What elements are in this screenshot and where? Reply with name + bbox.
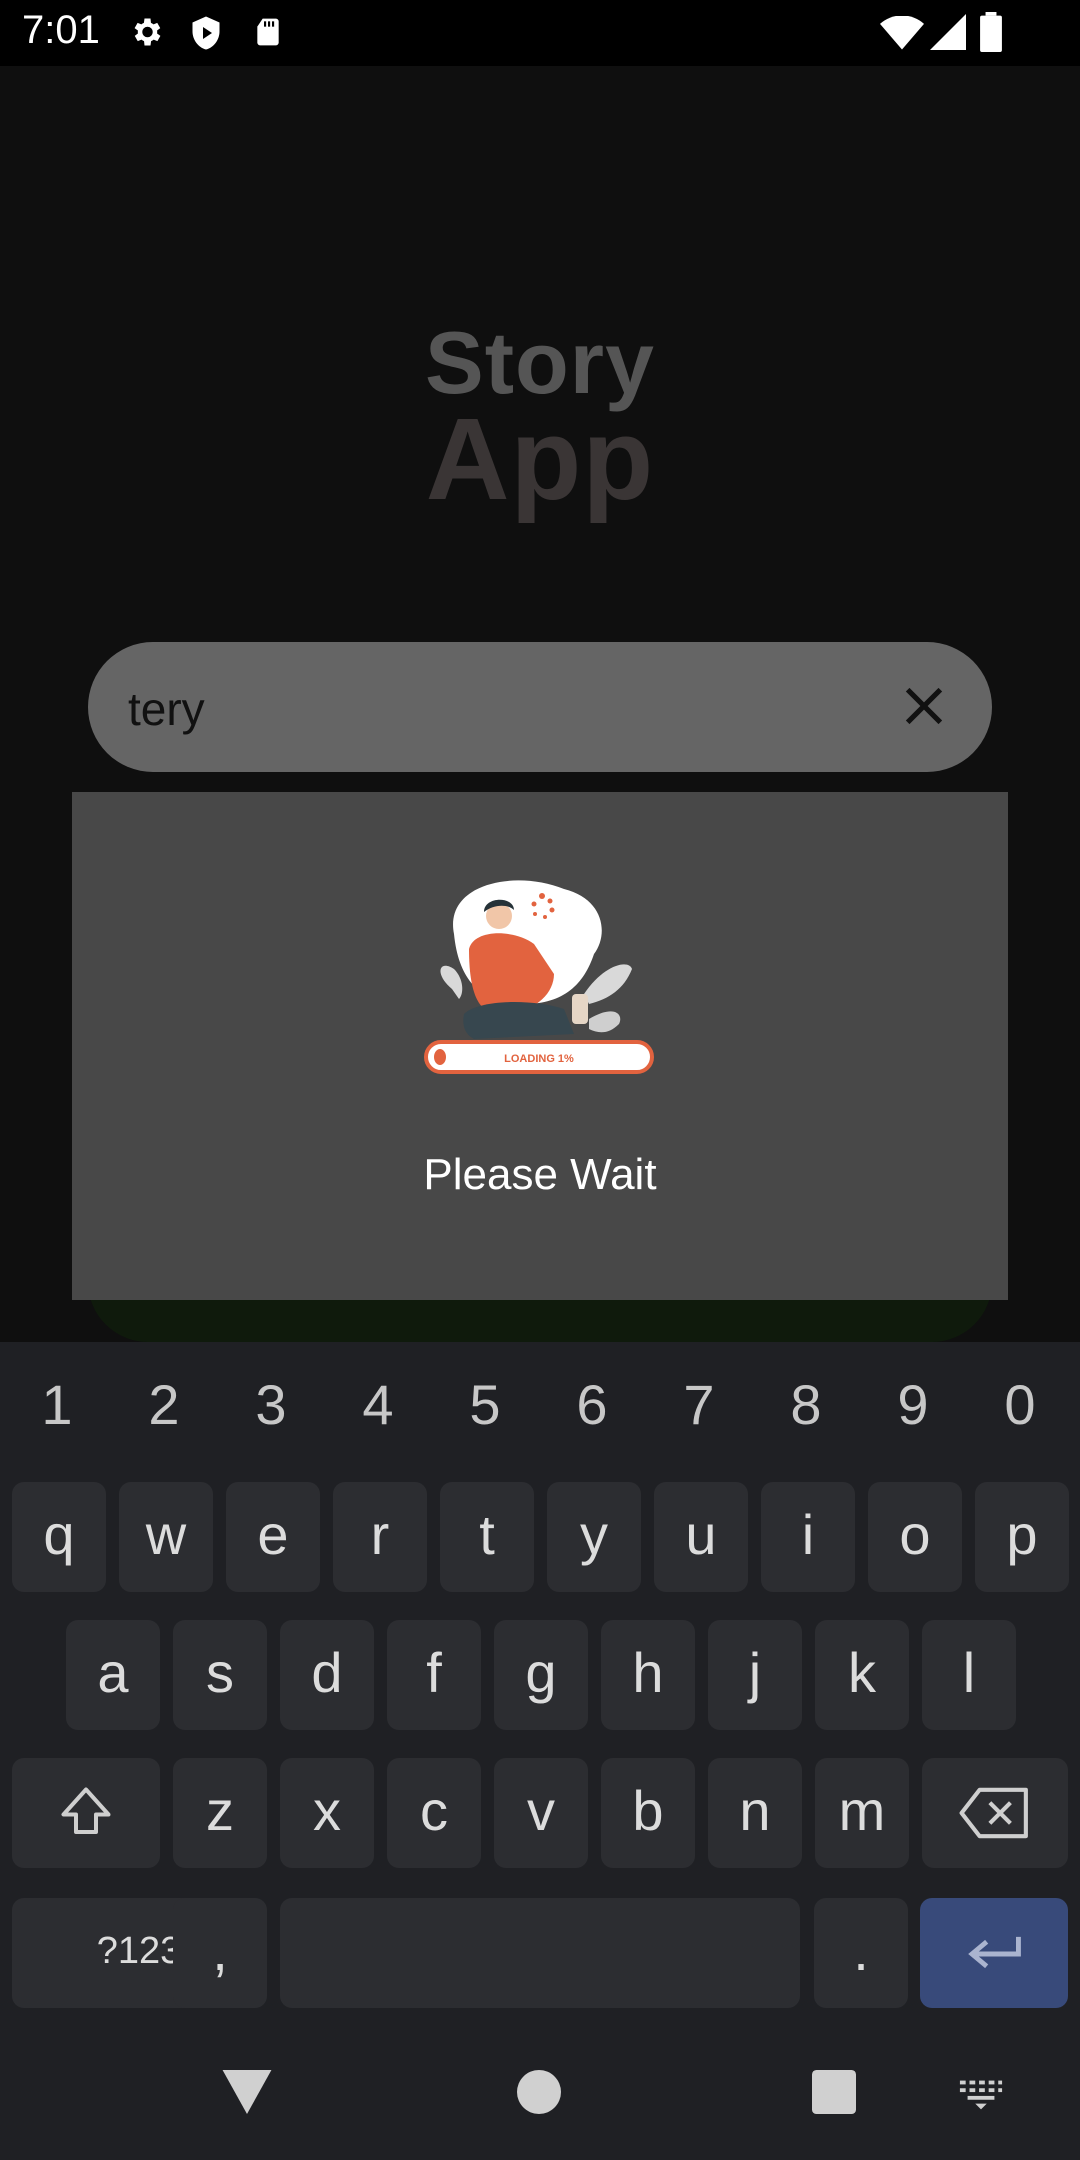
sd-card-icon	[257, 18, 279, 46]
key-k[interactable]: k	[815, 1620, 909, 1730]
search-input[interactable]: tery	[88, 642, 992, 772]
key-b[interactable]: b	[601, 1758, 695, 1868]
key-x[interactable]: x	[280, 1758, 374, 1868]
back-icon[interactable]	[222, 2070, 272, 2114]
backspace-icon	[959, 1787, 1028, 1839]
status-bar: 7:01	[0, 0, 1080, 66]
keyboard-switch-icon[interactable]	[958, 2078, 1004, 2110]
space-key[interactable]	[280, 1898, 800, 2008]
recents-icon[interactable]	[812, 2070, 856, 2114]
wifi-icon	[880, 16, 924, 50]
key-f[interactable]: f	[387, 1620, 481, 1730]
key-p[interactable]: p	[975, 1482, 1069, 1592]
shift-icon	[61, 1787, 111, 1834]
backspace-key[interactable]	[922, 1758, 1068, 1868]
home-icon[interactable]	[517, 2070, 561, 2114]
battery-icon	[980, 12, 1002, 52]
settings-icon	[134, 18, 161, 46]
key-7[interactable]: 7	[659, 1372, 739, 1437]
key-d[interactable]: d	[280, 1620, 374, 1730]
key-m[interactable]: m	[815, 1758, 909, 1868]
key-2[interactable]: 2	[124, 1372, 204, 1437]
key-1[interactable]: 1	[17, 1372, 97, 1437]
loading-progress-fill	[434, 1049, 446, 1065]
key-w[interactable]: w	[119, 1482, 213, 1592]
dialog-message: Please Wait	[423, 1150, 657, 1199]
key-5[interactable]: 5	[445, 1372, 525, 1437]
shift-key[interactable]	[12, 1758, 160, 1868]
keyboard: 1 2 3 4 5 6 7 8 9 0 q w e r t y u i o p …	[0, 1342, 1080, 2160]
key-n[interactable]: n	[708, 1758, 802, 1868]
loading-dialog: LOADING 1% Please Wait	[72, 792, 1008, 1300]
key-0[interactable]: 0	[980, 1372, 1060, 1437]
key-t[interactable]: t	[440, 1482, 534, 1592]
enter-icon	[968, 1936, 1021, 1969]
key-o[interactable]: o	[868, 1482, 962, 1592]
key-3[interactable]: 3	[231, 1372, 311, 1437]
navigation-bar	[0, 2040, 1080, 2160]
status-time: 7:01	[22, 8, 100, 52]
key-v[interactable]: v	[494, 1758, 588, 1868]
period-key[interactable]: .	[814, 1898, 908, 2008]
key-8[interactable]: 8	[766, 1372, 846, 1437]
key-9[interactable]: 9	[873, 1372, 953, 1437]
close-icon[interactable]	[896, 678, 952, 734]
key-l[interactable]: l	[922, 1620, 1016, 1730]
shield-play-icon	[192, 16, 220, 50]
key-i[interactable]: i	[761, 1482, 855, 1592]
enter-key[interactable]	[920, 1898, 1068, 2008]
key-h[interactable]: h	[601, 1620, 695, 1730]
search-input-value[interactable]: tery	[128, 682, 205, 736]
loading-illustration: LOADING 1%	[424, 880, 654, 1074]
signal-icon	[930, 14, 966, 50]
key-r[interactable]: r	[333, 1482, 427, 1592]
loading-label: LOADING 1%	[504, 1053, 574, 1065]
key-z[interactable]: z	[173, 1758, 267, 1868]
key-y[interactable]: y	[547, 1482, 641, 1592]
app-logo-line2: App	[425, 394, 655, 524]
key-c[interactable]: c	[387, 1758, 481, 1868]
key-g[interactable]: g	[494, 1620, 588, 1730]
key-6[interactable]: 6	[552, 1372, 632, 1437]
comma-key[interactable]: ,	[173, 1898, 267, 2008]
key-e[interactable]: e	[226, 1482, 320, 1592]
key-s[interactable]: s	[173, 1620, 267, 1730]
key-q[interactable]: q	[12, 1482, 106, 1592]
key-j[interactable]: j	[708, 1620, 802, 1730]
key-u[interactable]: u	[654, 1482, 748, 1592]
key-a[interactable]: a	[66, 1620, 160, 1730]
key-4[interactable]: 4	[338, 1372, 418, 1437]
